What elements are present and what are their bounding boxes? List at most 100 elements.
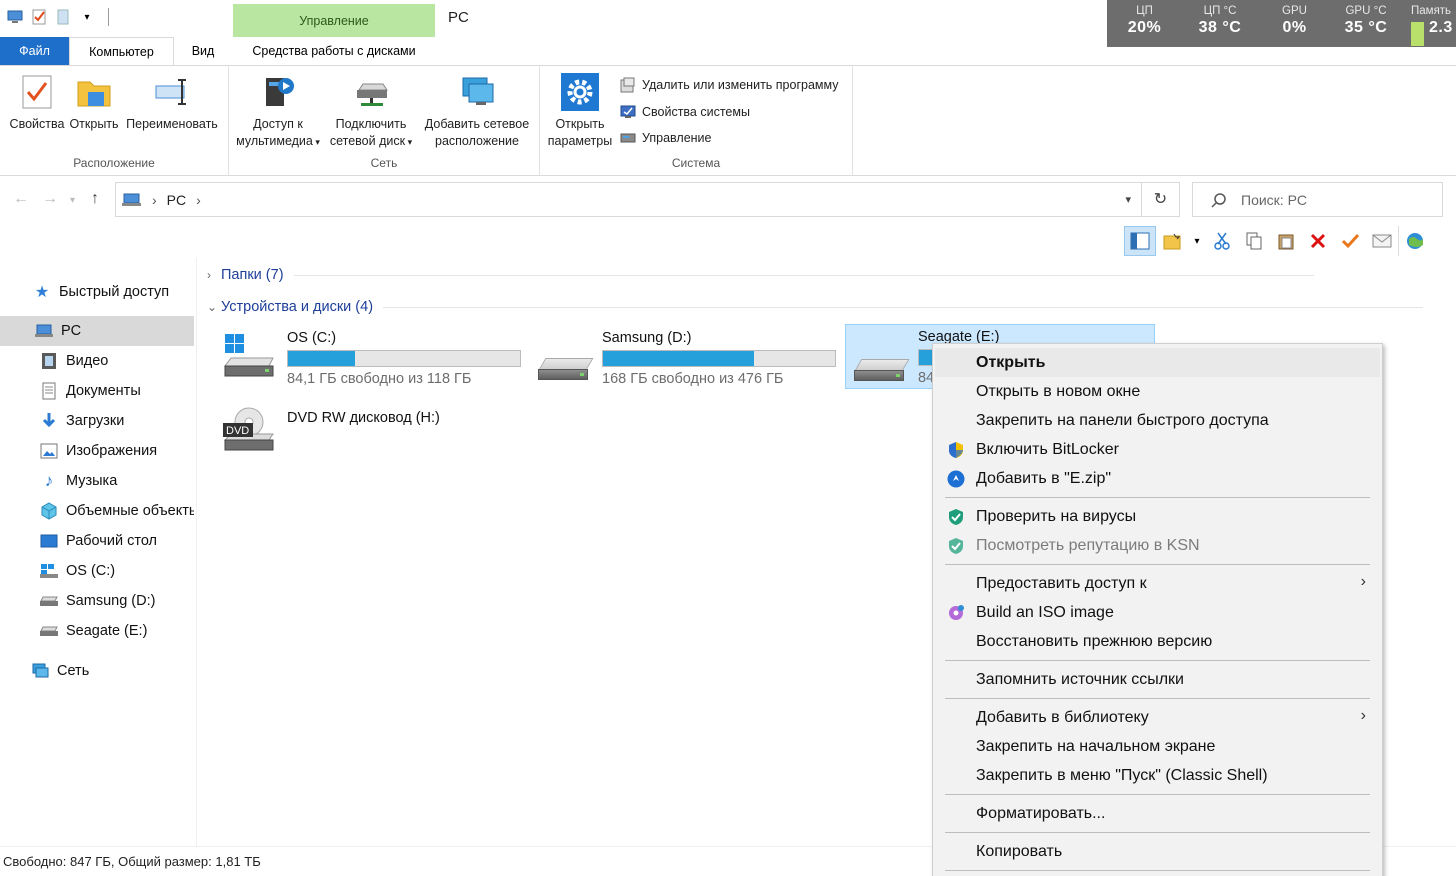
- manage-context-header: Управление: [233, 4, 435, 37]
- menu-item-build-iso[interactable]: Build an ISO image: [935, 598, 1380, 627]
- properties-check-icon[interactable]: [1334, 226, 1366, 256]
- menu-item-open[interactable]: Открыть: [935, 348, 1380, 377]
- network-drive-icon: [351, 72, 391, 112]
- email-icon[interactable]: [1366, 226, 1398, 256]
- rename-button[interactable]: Переименовать: [122, 72, 222, 133]
- menu-item-open-new-window[interactable]: Открыть в новом окне: [935, 377, 1380, 406]
- address-dropdown-icon[interactable]: ▾: [1125, 193, 1131, 206]
- menu-item-bitlocker[interactable]: Включить BitLocker: [935, 435, 1380, 464]
- menu-item-pin-start[interactable]: Закрепить на начальном экране: [935, 732, 1380, 761]
- menu-item-scan-viruses[interactable]: Проверить на вирусы: [935, 502, 1380, 531]
- group-label: Система: [671, 156, 721, 170]
- sidebar-item-documents[interactable]: Документы: [0, 376, 194, 406]
- tab-view[interactable]: Вид: [174, 37, 232, 65]
- music-icon: ♪: [44, 471, 54, 490]
- sidebar-item-pictures[interactable]: Изображения: [0, 436, 194, 466]
- drive-usage-fill: [288, 351, 356, 366]
- pc-icon[interactable]: [6, 8, 24, 26]
- uninstall-program-button[interactable]: Удалить или изменить программу: [620, 77, 839, 93]
- menu-item-add-to-zip[interactable]: Добавить в "E.zip": [935, 464, 1380, 493]
- sidebar-item-downloads[interactable]: Загрузки: [0, 406, 194, 436]
- drive-tile-dvd[interactable]: DVD DVD RW дисковод (H:): [215, 406, 525, 471]
- menu-separator: [945, 564, 1370, 565]
- new-folder-icon[interactable]: [1156, 226, 1188, 256]
- search-input[interactable]: Поиск: PC: [1192, 182, 1443, 217]
- search-placeholder: Поиск: PC: [1241, 191, 1308, 208]
- menu-separator: [945, 497, 1370, 498]
- system-properties-button[interactable]: Свойства системы: [620, 104, 750, 120]
- 3d-objects-icon: [40, 502, 58, 520]
- quick-access-toolbar: ▾: [6, 8, 109, 26]
- new-folder-dropdown-icon[interactable]: ▾: [1188, 226, 1206, 256]
- folder-icon[interactable]: [54, 8, 72, 26]
- documents-icon: [40, 382, 58, 400]
- tab-computer[interactable]: Компьютер: [69, 37, 174, 66]
- sidebar-item-drive-e[interactable]: Seagate (E:): [0, 616, 194, 646]
- group-label: Сеть: [370, 156, 398, 170]
- ribbon-tabs: Файл Компьютер Вид Средства работы с дис…: [0, 37, 1456, 66]
- folders-group-header[interactable]: › Папки (7): [207, 267, 1314, 283]
- properties-button[interactable]: Свойства: [6, 72, 68, 133]
- back-icon[interactable]: ←: [13, 190, 29, 208]
- video-icon: [40, 352, 58, 370]
- sidebar-item-drive-c[interactable]: OS (C:): [0, 556, 194, 586]
- menu-item-ksn-reputation[interactable]: Посмотреть репутацию в KSN: [935, 531, 1380, 560]
- sidebar-item-3d-objects[interactable]: Объемные объекты: [0, 496, 194, 526]
- drive-tile-d[interactable]: Samsung (D:) 168 ГБ свободно из 476 ГБ: [530, 326, 840, 391]
- devices-group-header[interactable]: ⌄ Устройства и диски (4): [207, 299, 1424, 315]
- menu-item-pin-classic-shell[interactable]: Закрепить в меню "Пуск" (Classic Shell): [935, 761, 1380, 790]
- refresh-button[interactable]: ↻: [1142, 182, 1180, 217]
- menu-item-restore-version[interactable]: Восстановить прежнюю версию: [935, 627, 1380, 656]
- menu-item-give-access[interactable]: Предоставить доступ к ›: [935, 569, 1380, 598]
- sidebar-item-video[interactable]: Видео: [0, 346, 194, 376]
- forward-icon[interactable]: →: [42, 190, 58, 208]
- open-button[interactable]: Открыть: [66, 72, 122, 133]
- sidebar-item-pc[interactable]: PC: [0, 316, 194, 346]
- menu-item-add-to-library[interactable]: Добавить в библиотеку ›: [935, 703, 1380, 732]
- network-icon: [31, 662, 49, 680]
- globe-icon[interactable]: [1398, 226, 1430, 256]
- drive-tile-c[interactable]: OS (C:) 84,1 ГБ свободно из 118 ГБ: [215, 326, 525, 391]
- paste-icon[interactable]: [1270, 226, 1302, 256]
- add-network-location-button[interactable]: Добавить сетевое расположение: [419, 72, 535, 150]
- breadcrumb-pc[interactable]: PC: [167, 192, 186, 208]
- navigation-pane: ★ Быстрый доступ PC Видео Документы Загр…: [0, 258, 197, 846]
- chevron-right-icon: ›: [207, 268, 211, 282]
- map-drive-button[interactable]: Подключить сетевой диск ▾: [326, 72, 416, 151]
- manage-button[interactable]: Управление: [620, 130, 712, 146]
- hard-drive-icon: [538, 344, 594, 384]
- menu-item-format[interactable]: Форматировать...: [935, 799, 1380, 828]
- sidebar-item-quick-access[interactable]: ★ Быстрый доступ: [0, 277, 194, 307]
- dropdown-icon[interactable]: ▾: [78, 8, 96, 26]
- pc-icon: [122, 193, 141, 206]
- iso-icon: [949, 605, 964, 620]
- menu-item-pin-quick-access[interactable]: Закрепить на панели быстрого доступа: [935, 406, 1380, 435]
- recent-dropdown-icon[interactable]: ▾: [70, 195, 75, 206]
- breadcrumb-separator-icon[interactable]: ›: [196, 192, 201, 208]
- search-icon: [1211, 192, 1226, 208]
- media-server-icon: [258, 72, 298, 112]
- manage-icon: [620, 133, 636, 143]
- context-menu: Открыть Открыть в новом окне Закрепить н…: [932, 343, 1383, 876]
- sidebar-item-music[interactable]: ♪ Музыка: [0, 466, 194, 496]
- media-access-button[interactable]: Доступ к мультимедиа ▾: [234, 72, 322, 151]
- cut-icon[interactable]: [1206, 226, 1238, 256]
- menu-item-copy[interactable]: Копировать: [935, 837, 1380, 866]
- sidebar-item-network[interactable]: Сеть: [0, 656, 194, 686]
- downloads-icon: [40, 412, 58, 430]
- navigation-pane-icon[interactable]: [1124, 226, 1156, 256]
- open-settings-button[interactable]: Открыть параметры: [544, 72, 616, 150]
- tab-disk-tools[interactable]: Средства работы с дисками: [233, 37, 435, 65]
- tab-file[interactable]: Файл: [0, 37, 69, 65]
- address-bar[interactable]: › PC › ▾: [115, 182, 1142, 217]
- drive-name: DVD RW дисковод (H:): [287, 410, 440, 426]
- sidebar-item-drive-d[interactable]: Samsung (D:): [0, 586, 194, 616]
- sidebar-item-desktop[interactable]: Рабочий стол: [0, 526, 194, 556]
- properties-icon[interactable]: [30, 8, 48, 26]
- copy-icon[interactable]: [1238, 226, 1270, 256]
- menu-item-remember-link[interactable]: Запомнить источник ссылки: [935, 665, 1380, 694]
- delete-icon[interactable]: [1302, 226, 1334, 256]
- divider: [293, 274, 1314, 276]
- up-icon[interactable]: ↑: [91, 190, 99, 208]
- group-location: Свойства Открыть Переименовать Расположе…: [0, 66, 229, 176]
